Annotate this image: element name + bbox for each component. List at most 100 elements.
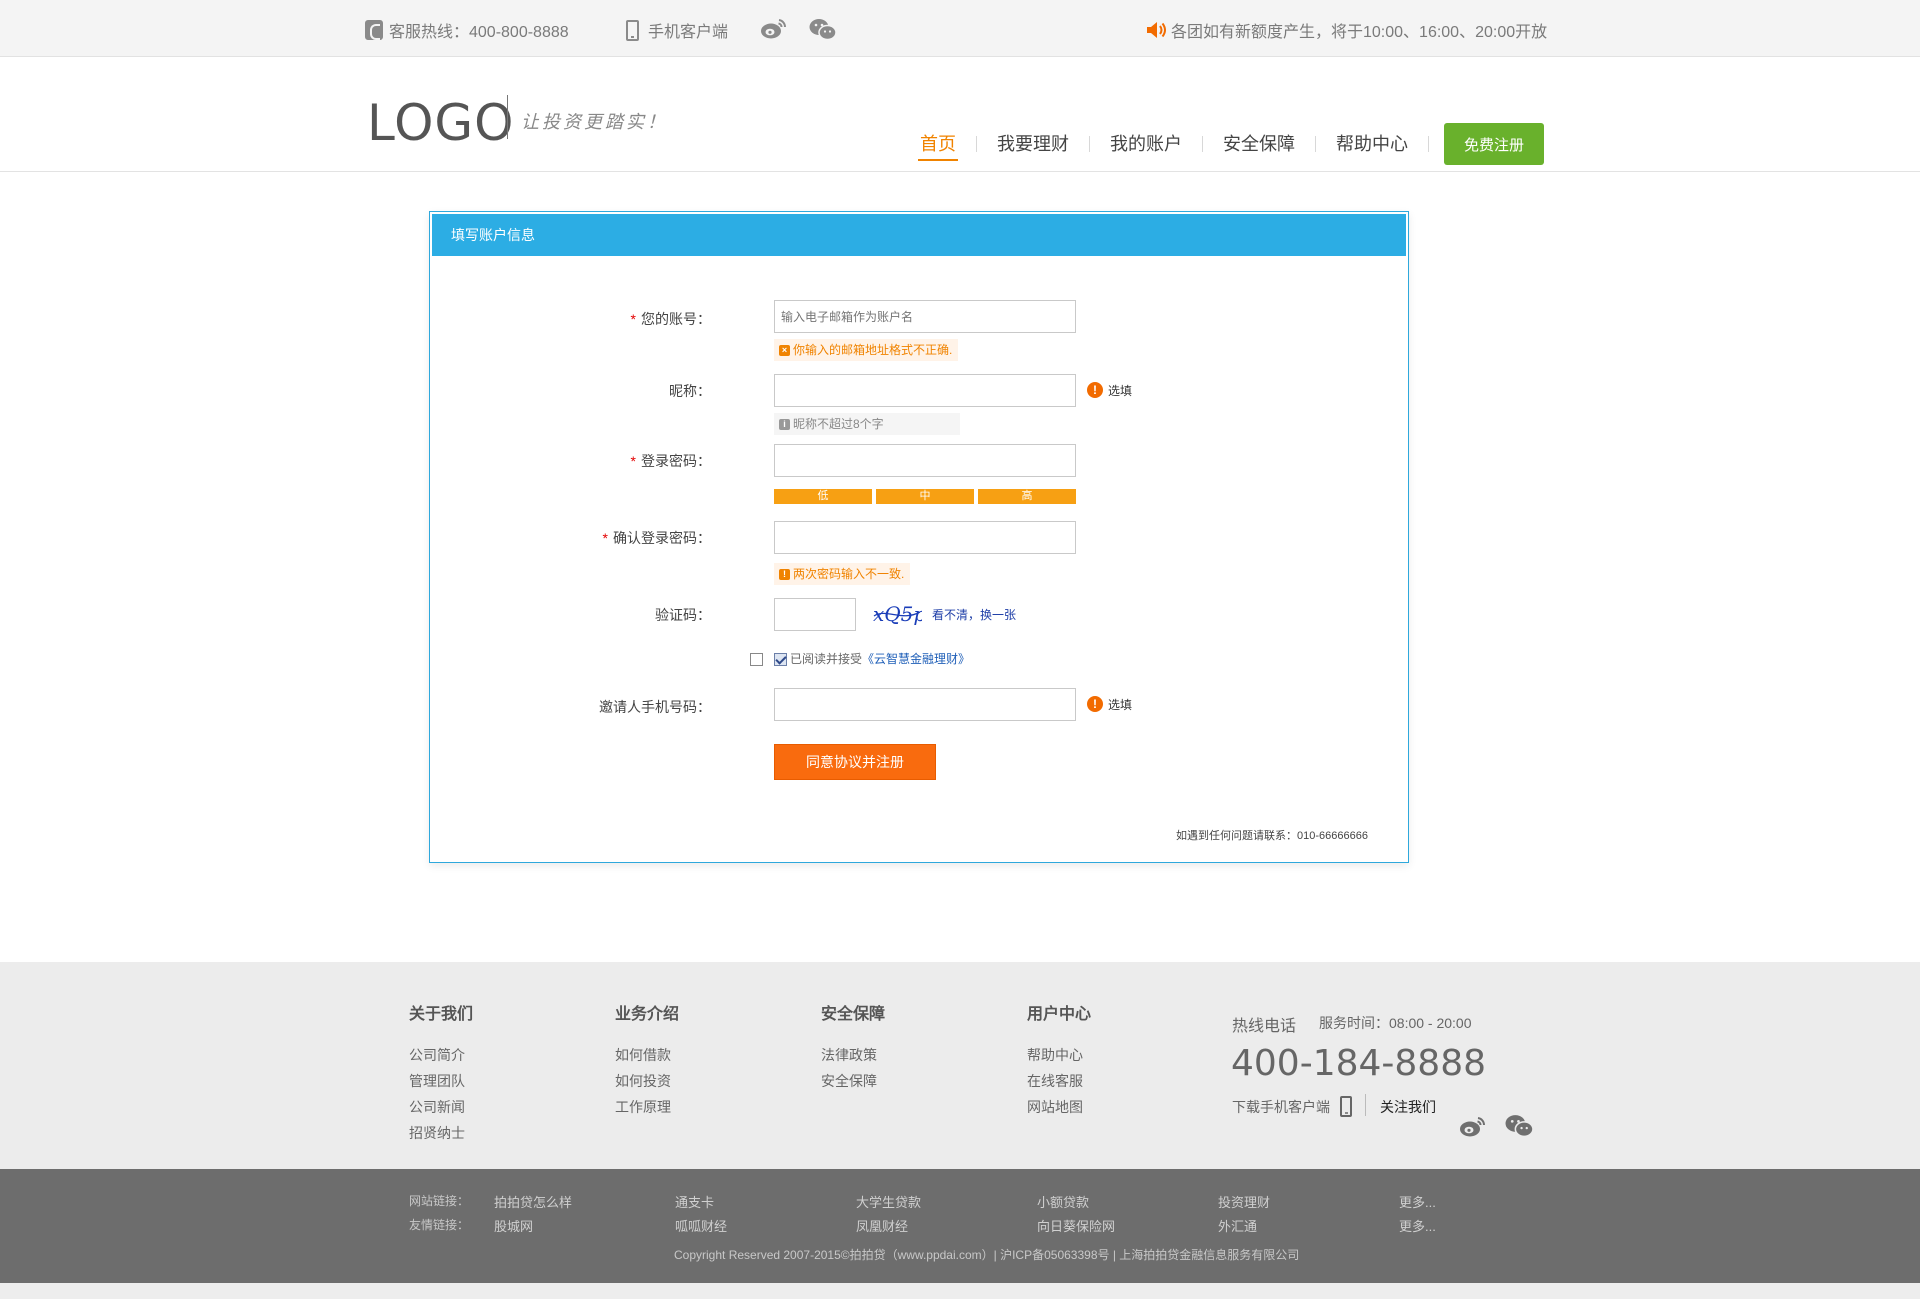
inviter-label: 邀请人手机号码：	[599, 699, 711, 715]
nav-my-account[interactable]: 我的账户	[1090, 129, 1202, 159]
footer-col-title: 用户中心	[1027, 1006, 1092, 1023]
footer-link[interactable]: 公司新闻	[409, 1094, 473, 1120]
site-header: LOGO 让投资更踏实！ 首页 我要理财 我的账户 安全保障 帮助中心 免费注册	[0, 58, 1920, 172]
required-mark: *	[630, 453, 636, 469]
friend-link[interactable]: 呱呱财经	[675, 1216, 727, 1235]
footer-link[interactable]: 网站地图	[1027, 1094, 1091, 1120]
error-x-icon: ×	[779, 344, 790, 356]
footer-col-title: 安全保障	[821, 1006, 886, 1023]
hotline-number: 400-184-8888	[1231, 1043, 1487, 1084]
required-mark: *	[602, 530, 608, 546]
footer-link[interactable]: 招贤纳士	[409, 1120, 473, 1146]
hotline: 客服热线：400-800-8888	[365, 18, 569, 42]
agreement-outer-checkbox[interactable]	[750, 653, 763, 666]
password-label-text: 登录密码：	[641, 453, 711, 469]
site-link-more[interactable]: 更多...	[1399, 1192, 1436, 1211]
inviter-optional-text: 选填	[1108, 697, 1133, 712]
friend-link[interactable]: 向日葵保险网	[1037, 1216, 1115, 1235]
mobile-client-link[interactable]: 手机客户端	[626, 18, 728, 42]
site-link[interactable]: 拍拍贷怎么样	[494, 1192, 572, 1211]
account-error-text: 你输入的邮箱地址格式不正确.	[793, 343, 953, 357]
site-link[interactable]: 通支卡	[675, 1192, 714, 1211]
weibo-icon[interactable]	[760, 18, 787, 40]
nickname-hint-text: 昵称不超过8个字	[793, 417, 884, 431]
footer-link[interactable]: 在线客服	[1027, 1068, 1091, 1094]
notice: 各团如有新额度产生，将于10:00、16:00、20:00开放	[1145, 18, 1547, 42]
footer-link[interactable]: 工作原理	[615, 1094, 679, 1120]
download-app-text: 下载手机客户端	[1232, 1098, 1330, 1115]
wechat-icon[interactable]	[1505, 1114, 1534, 1138]
nickname-optional: ! 选填	[1087, 380, 1132, 400]
exclamation-icon: !	[1087, 382, 1103, 398]
footer-link[interactable]: 如何投资	[615, 1068, 679, 1094]
required-mark: *	[630, 311, 636, 327]
error-exclamation-icon: !	[779, 568, 790, 580]
contact-note: 如遇到任何问题请联系：010-66666666	[1176, 830, 1368, 842]
confirm-password-error: ! 两次密码输入不一致.	[774, 563, 911, 585]
password-input[interactable]	[774, 444, 1076, 477]
site-link[interactable]: 投资理财	[1218, 1192, 1270, 1211]
footer-link[interactable]: 公司简介	[409, 1042, 473, 1068]
phone-icon	[365, 20, 383, 40]
footer-link[interactable]: 管理团队	[409, 1068, 473, 1094]
footer-link[interactable]: 如何借款	[615, 1042, 679, 1068]
download-app-link[interactable]: 下载手机客户端	[1232, 1096, 1361, 1117]
nickname-input[interactable]	[774, 374, 1076, 407]
footer-col-user-center: 用户中心 帮助中心 在线客服 网站地图	[1027, 1006, 1091, 1120]
free-register-button[interactable]: 免费注册	[1444, 123, 1544, 165]
wechat-icon[interactable]	[809, 18, 837, 41]
captcha-image[interactable]: xQ5p	[872, 602, 922, 627]
friend-link[interactable]: 凤凰财经	[856, 1216, 908, 1235]
footer-col-business: 业务介绍 如何借款 如何投资 工作原理	[615, 1006, 679, 1120]
strength-high: 高	[978, 489, 1076, 504]
nav-home[interactable]: 首页	[900, 129, 976, 161]
agreement-link[interactable]: 《云智慧金融理财》	[862, 652, 970, 666]
nickname-label: 昵称：	[669, 383, 711, 399]
panel-title: 填写账户信息	[432, 214, 1406, 256]
account-label-text: 您的账号：	[641, 311, 711, 327]
agree-register-button[interactable]: 同意协议并注册	[774, 744, 936, 780]
strength-medium: 中	[876, 489, 974, 504]
footer-link[interactable]: 法律政策	[821, 1042, 885, 1068]
nav-security[interactable]: 安全保障	[1203, 129, 1315, 159]
footer-link[interactable]: 帮助中心	[1027, 1042, 1091, 1068]
nav-help-center[interactable]: 帮助中心	[1316, 129, 1428, 159]
account-error: × 你输入的邮箱地址格式不正确.	[774, 339, 959, 361]
info-icon: i	[779, 418, 790, 430]
friend-link[interactable]: 外汇通	[1218, 1216, 1257, 1235]
inviter-phone-input[interactable]	[774, 688, 1076, 721]
account-input[interactable]	[774, 300, 1076, 333]
logo[interactable]: LOGO	[367, 94, 515, 152]
site-link[interactable]: 大学生贷款	[856, 1192, 921, 1211]
site-link[interactable]: 小额贷款	[1037, 1192, 1089, 1211]
confirm-password-label: * 确认登录密码：	[603, 528, 711, 548]
bottom-strip	[0, 1283, 1920, 1299]
strength-low: 低	[774, 489, 872, 504]
service-time: 服务时间：08:00 - 20:00	[1319, 1015, 1472, 1031]
captcha-input[interactable]	[774, 598, 856, 631]
confirm-password-error-text: 两次密码输入不一致.	[793, 567, 905, 581]
agreement-checkbox[interactable]	[774, 653, 787, 666]
password-strength-meter: 低 中 高	[774, 489, 1080, 504]
main-nav: 首页 我要理财 我的账户 安全保障 帮助中心	[900, 129, 1429, 161]
confirm-password-label-text: 确认登录密码：	[613, 530, 711, 546]
captcha-label: 验证码：	[655, 607, 711, 623]
agreement-text: 已阅读并接受《云智慧金融理财》	[790, 650, 970, 667]
mobile-icon	[626, 19, 639, 41]
friend-link-more[interactable]: 更多...	[1399, 1216, 1436, 1235]
hotline-text: 客服热线：400-800-8888	[389, 24, 569, 41]
footer-col-title: 关于我们	[409, 1006, 474, 1023]
confirm-password-input[interactable]	[774, 521, 1076, 554]
footer-link[interactable]: 安全保障	[821, 1068, 885, 1094]
weibo-icon[interactable]	[1459, 1116, 1486, 1138]
footer-bottom	[0, 1169, 1920, 1283]
top-bar: 客服热线：400-800-8888 手机客户端 各团如有新额度产生，将于10:0…	[0, 0, 1920, 57]
footer-top	[0, 962, 1920, 1169]
nav-divider	[1428, 136, 1429, 152]
nickname-optional-text: 选填	[1108, 383, 1133, 398]
footer-col-about: 关于我们 公司简介 管理团队 公司新闻 招贤纳士	[409, 1006, 473, 1146]
captcha-refresh-link[interactable]: 看不清，换一张	[932, 606, 1016, 623]
nav-invest[interactable]: 我要理财	[977, 129, 1089, 159]
password-label: * 登录密码：	[631, 451, 711, 471]
friend-link[interactable]: 股城网	[494, 1216, 533, 1235]
